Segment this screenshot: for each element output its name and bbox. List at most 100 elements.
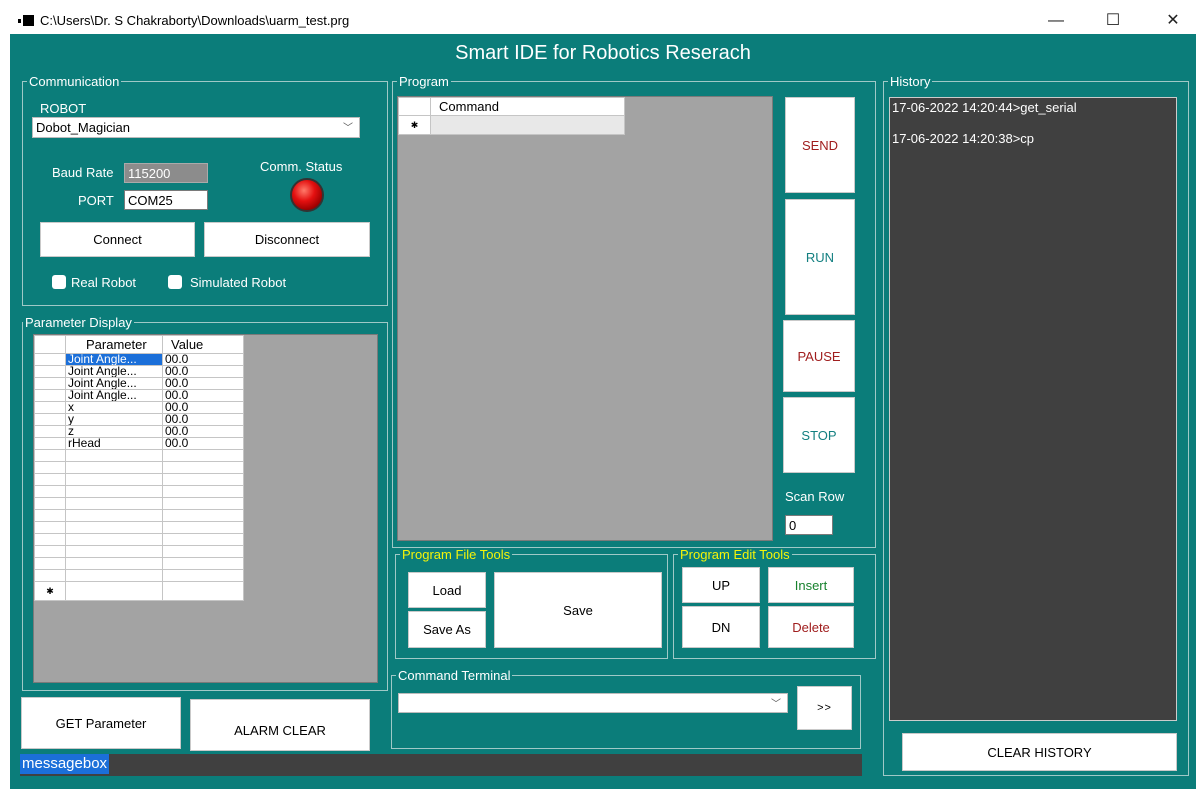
- table-row[interactable]: [34, 473, 244, 486]
- table-row[interactable]: [34, 497, 244, 510]
- row-header[interactable]: [34, 569, 66, 582]
- history-entry[interactable]: 17-06-2022 14:20:44>get_serial: [890, 98, 1176, 117]
- parameter-grid[interactable]: Parameter Value Joint Angle... 00.0 Joint …: [33, 334, 378, 683]
- row-header[interactable]: [34, 545, 66, 558]
- stop-button[interactable]: STOP: [783, 397, 855, 473]
- clear-history-button[interactable]: CLEAR HISTORY: [902, 733, 1177, 771]
- program-new-row-cell[interactable]: [430, 115, 625, 135]
- value-cell[interactable]: 00.0: [162, 401, 244, 414]
- parameter-cell[interactable]: [65, 497, 163, 510]
- up-button[interactable]: UP: [682, 567, 760, 603]
- parameter-cell[interactable]: z: [65, 425, 163, 438]
- row-header[interactable]: [34, 485, 66, 498]
- port-field[interactable]: COM25: [124, 190, 208, 210]
- value-cell[interactable]: 00.0: [162, 437, 244, 450]
- table-row[interactable]: z 00.0: [34, 425, 244, 438]
- table-row[interactable]: Joint Angle... 00.0: [34, 389, 244, 402]
- program-grid[interactable]: Command ✱: [397, 96, 773, 541]
- row-header[interactable]: [34, 557, 66, 570]
- save-as-button[interactable]: Save As: [408, 611, 486, 648]
- table-row[interactable]: Joint Angle... 00.0: [34, 353, 244, 366]
- command-column-header[interactable]: Command: [430, 97, 625, 116]
- table-row[interactable]: Joint Angle... 00.0: [34, 365, 244, 378]
- row-header[interactable]: [34, 437, 66, 450]
- insert-button[interactable]: Insert: [768, 567, 854, 603]
- terminal-send-button[interactable]: >>: [797, 686, 852, 730]
- value-cell[interactable]: 00.0: [162, 389, 244, 402]
- row-header[interactable]: [34, 365, 66, 378]
- value-cell[interactable]: 00.0: [162, 413, 244, 426]
- parameter-cell[interactable]: Joint Angle...: [65, 377, 163, 390]
- table-row[interactable]: rHead 00.0: [34, 437, 244, 450]
- row-header[interactable]: [34, 533, 66, 546]
- table-row[interactable]: [34, 461, 244, 474]
- send-button[interactable]: SEND: [785, 97, 855, 193]
- row-header[interactable]: [34, 389, 66, 402]
- row-header[interactable]: [34, 473, 66, 486]
- table-row[interactable]: [34, 569, 244, 582]
- parameter-cell[interactable]: [65, 509, 163, 522]
- value-cell[interactable]: [162, 473, 244, 486]
- table-row[interactable]: y 00.0: [34, 413, 244, 426]
- row-header[interactable]: [34, 425, 66, 438]
- connect-button[interactable]: Connect: [40, 222, 195, 257]
- table-row[interactable]: [34, 545, 244, 558]
- parameter-cell[interactable]: [65, 569, 163, 582]
- value-cell[interactable]: [162, 521, 244, 534]
- new-row-marker[interactable]: ✱: [34, 581, 66, 601]
- parameter-cell[interactable]: [65, 461, 163, 474]
- value-cell[interactable]: [162, 485, 244, 498]
- baud-rate-field[interactable]: 115200: [124, 163, 208, 183]
- robot-select[interactable]: Dobot_Magician ﹀: [32, 117, 360, 138]
- command-terminal-input[interactable]: ﹀: [398, 693, 788, 713]
- parameter-cell[interactable]: [65, 533, 163, 546]
- row-header[interactable]: [34, 497, 66, 510]
- parameter-cell[interactable]: [65, 449, 163, 462]
- simulated-robot-checkbox[interactable]: [168, 275, 182, 289]
- value-cell[interactable]: [162, 533, 244, 546]
- value-cell[interactable]: [162, 581, 244, 601]
- real-robot-checkbox[interactable]: [52, 275, 66, 289]
- history-entry[interactable]: 17-06-2022 14:20:38>cp: [890, 117, 1176, 148]
- run-button[interactable]: RUN: [785, 199, 855, 315]
- dn-button[interactable]: DN: [682, 606, 760, 648]
- minimize-button[interactable]: —: [1033, 8, 1079, 34]
- load-button[interactable]: Load: [408, 572, 486, 608]
- table-row[interactable]: [34, 521, 244, 534]
- table-row[interactable]: [34, 509, 244, 522]
- table-row[interactable]: [34, 557, 244, 570]
- parameter-cell[interactable]: Joint Angle...: [65, 353, 163, 366]
- save-button[interactable]: Save: [494, 572, 662, 648]
- parameter-cell[interactable]: [65, 557, 163, 570]
- value-cell[interactable]: [162, 497, 244, 510]
- row-header[interactable]: [34, 377, 66, 390]
- close-button[interactable]: ✕: [1150, 8, 1196, 34]
- parameter-cell[interactable]: Joint Angle...: [65, 365, 163, 378]
- parameter-cell[interactable]: y: [65, 413, 163, 426]
- row-header[interactable]: [34, 401, 66, 414]
- value-cell[interactable]: 00.0: [162, 425, 244, 438]
- value-cell[interactable]: [162, 569, 244, 582]
- row-header[interactable]: [34, 461, 66, 474]
- value-column-header[interactable]: Value: [162, 335, 244, 354]
- parameter-cell[interactable]: [65, 521, 163, 534]
- parameter-cell[interactable]: [65, 473, 163, 486]
- table-row[interactable]: [34, 533, 244, 546]
- value-cell[interactable]: 00.0: [162, 353, 244, 366]
- parameter-cell[interactable]: [65, 545, 163, 558]
- value-cell[interactable]: [162, 461, 244, 474]
- value-cell[interactable]: [162, 509, 244, 522]
- row-header[interactable]: [34, 353, 66, 366]
- maximize-button[interactable]: ☐: [1090, 8, 1136, 34]
- value-cell[interactable]: 00.0: [162, 377, 244, 390]
- alarm-clear-button[interactable]: ALARM CLEAR: [190, 699, 370, 751]
- table-row[interactable]: [34, 449, 244, 462]
- row-header[interactable]: [34, 449, 66, 462]
- row-header[interactable]: [34, 509, 66, 522]
- table-row[interactable]: [34, 485, 244, 498]
- delete-button[interactable]: Delete: [768, 606, 854, 648]
- parameter-cell[interactable]: rHead: [65, 437, 163, 450]
- value-cell[interactable]: [162, 557, 244, 570]
- table-row[interactable]: Joint Angle... 00.0: [34, 377, 244, 390]
- parameter-cell[interactable]: Joint Angle...: [65, 389, 163, 402]
